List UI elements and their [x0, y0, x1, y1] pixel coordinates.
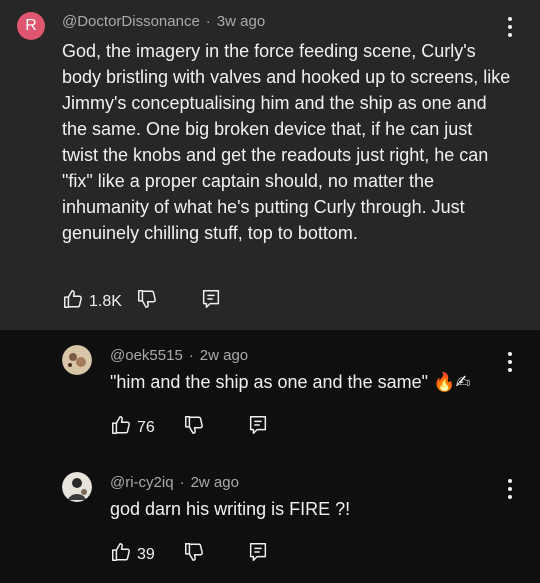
- thumbs-up-icon[interactable]: [110, 541, 132, 568]
- separator-dot: ·: [179, 474, 185, 491]
- like-count: 39: [137, 545, 155, 563]
- comment-meta: @DoctorDissonance · 3w ago: [62, 13, 265, 30]
- reply-icon[interactable]: [247, 541, 269, 568]
- avatar[interactable]: R: [17, 12, 45, 40]
- thumbs-up-icon[interactable]: [110, 414, 132, 441]
- comment-actions: 1.8K: [62, 288, 122, 315]
- comment-text: god darn his writing is FIRE ?!: [110, 499, 351, 519]
- author-name[interactable]: @oek5515: [110, 347, 183, 364]
- more-vert-icon[interactable]: [505, 17, 515, 37]
- avatar[interactable]: [62, 345, 92, 375]
- separator-dot: ·: [188, 347, 194, 364]
- comment-meta: @ri-cy2iq · 2w ago: [110, 474, 239, 491]
- comment-actions: 76: [110, 414, 155, 441]
- timestamp[interactable]: 3w ago: [217, 13, 265, 30]
- avatar[interactable]: [62, 472, 92, 502]
- thumbs-up-icon[interactable]: [62, 288, 84, 315]
- thumbs-down-icon[interactable]: [183, 541, 205, 568]
- timestamp[interactable]: 2w ago: [200, 347, 248, 364]
- comment-text: "him and the ship as one and the same" 🔥…: [110, 372, 471, 392]
- comment-actions: 39: [110, 541, 155, 568]
- more-vert-icon[interactable]: [505, 352, 515, 372]
- thumbs-down-icon[interactable]: [183, 414, 205, 441]
- timestamp[interactable]: 2w ago: [191, 474, 239, 491]
- more-vert-icon[interactable]: [505, 479, 515, 499]
- thumbs-down-icon[interactable]: [136, 288, 158, 315]
- reply-icon[interactable]: [200, 288, 222, 315]
- author-name[interactable]: @DoctorDissonance: [62, 13, 200, 30]
- like-count: 76: [137, 418, 155, 436]
- author-name[interactable]: @ri-cy2iq: [110, 474, 174, 491]
- main-comment: R @DoctorDissonance · 3w ago God, the imag…: [0, 0, 540, 330]
- separator-dot: ·: [205, 13, 211, 30]
- comment-text: God, the imagery in the force feeding sc…: [62, 41, 511, 243]
- reply-icon[interactable]: [247, 414, 269, 441]
- comment-meta: @oek5515 · 2w ago: [110, 347, 248, 364]
- like-count: 1.8K: [89, 292, 122, 310]
